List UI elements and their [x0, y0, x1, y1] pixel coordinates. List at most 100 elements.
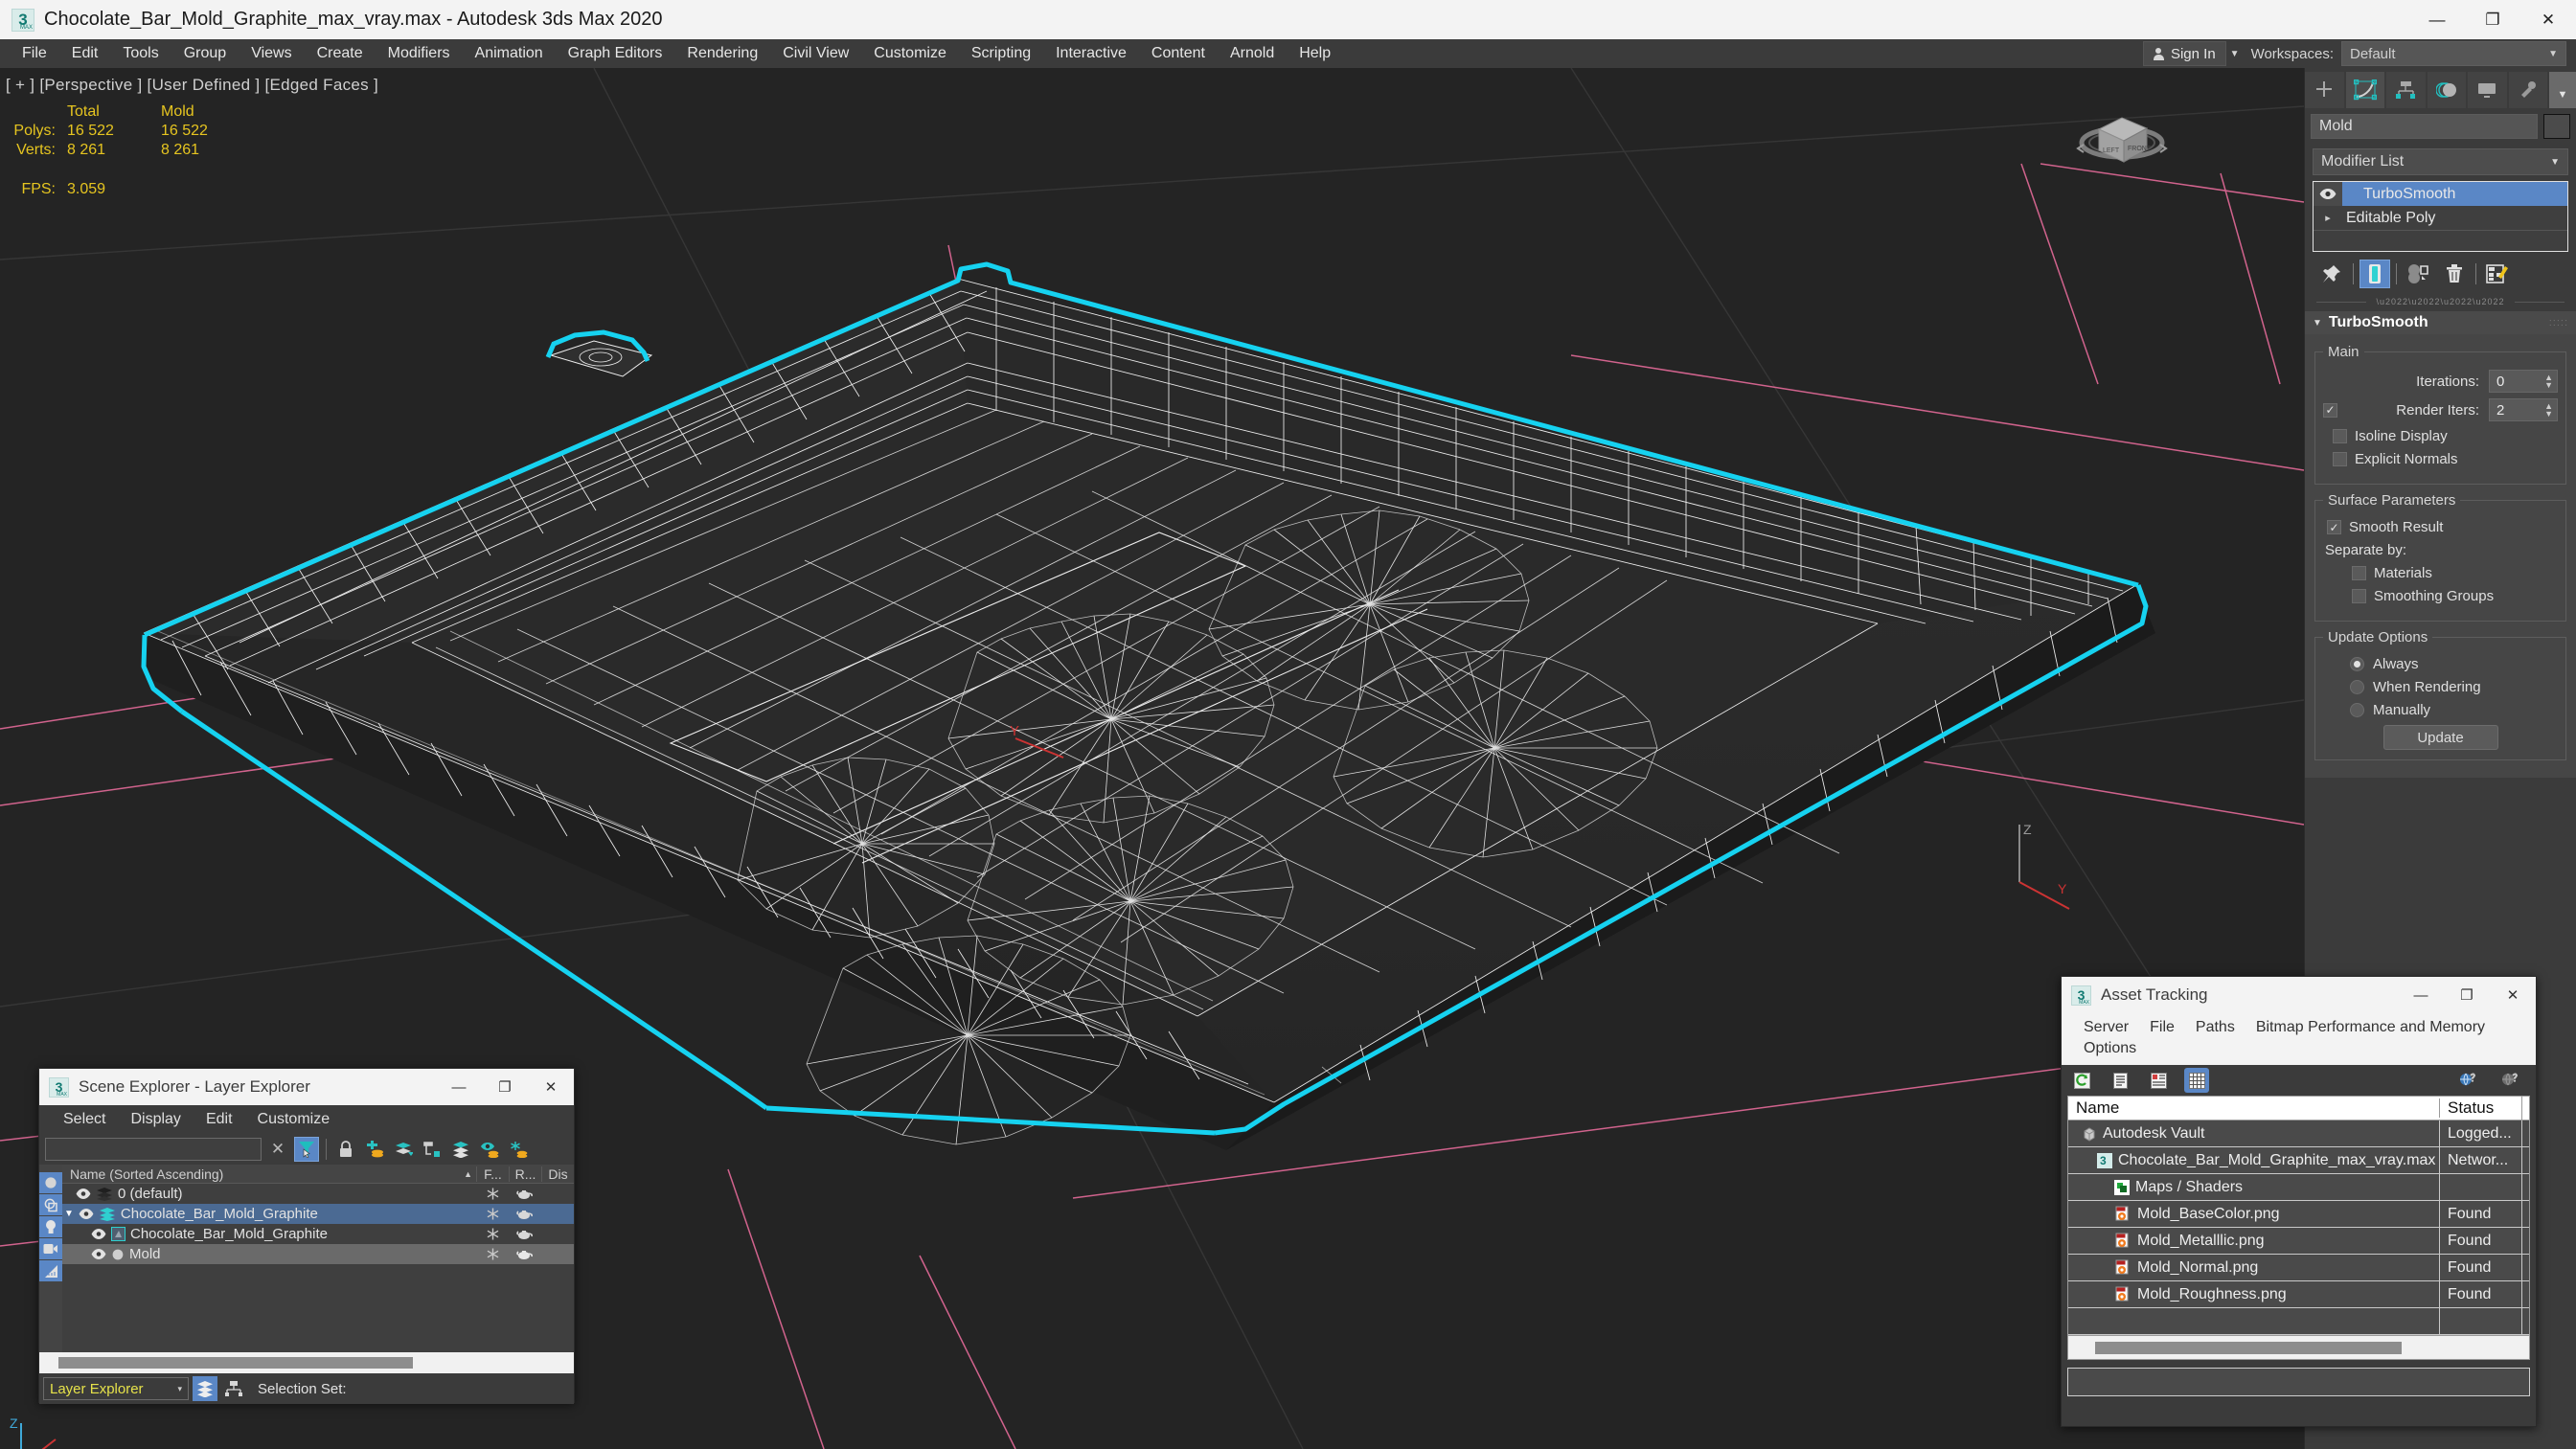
menu-interactive[interactable]: Interactive [1043, 42, 1139, 65]
update-option-manually[interactable]: Manually [2323, 702, 2558, 718]
refresh-button[interactable] [2069, 1068, 2094, 1093]
expand-triangle-icon[interactable]: ▼ [64, 1209, 74, 1219]
table-row[interactable] [2068, 1307, 2529, 1335]
menu-create[interactable]: Create [305, 42, 376, 65]
render-cell[interactable] [509, 1229, 541, 1240]
eye-icon[interactable] [76, 1189, 91, 1199]
menu-customize[interactable]: Customize [861, 42, 959, 65]
filter-geometry-button[interactable] [39, 1172, 62, 1193]
sign-in-button[interactable]: Sign In [2142, 41, 2226, 66]
display-tab[interactable] [2468, 72, 2507, 108]
column-header-status[interactable]: Status [2439, 1098, 2521, 1118]
utilities-tab[interactable] [2508, 72, 2547, 108]
scene-explorer-maximize-button[interactable]: ❐ [482, 1069, 528, 1105]
clear-search-button[interactable]: ✕ [265, 1137, 290, 1162]
menu-civil-view[interactable]: Civil View [770, 42, 861, 65]
render-cell[interactable] [509, 1209, 541, 1220]
menu-help[interactable]: Help [1287, 42, 1343, 65]
hide-layers-button[interactable] [477, 1137, 502, 1162]
menu-rendering[interactable]: Rendering [674, 42, 770, 65]
expand-triangle-icon[interactable]: ▸ [2314, 212, 2342, 224]
render-cell[interactable] [509, 1249, 541, 1260]
column-header-render[interactable]: R... [509, 1166, 541, 1182]
grid-view-button[interactable] [2184, 1068, 2209, 1093]
menu-tools[interactable]: Tools [110, 42, 171, 65]
motion-tab[interactable] [2427, 72, 2466, 108]
modifier-stack-item-editable-poly[interactable]: ▸ Editable Poly [2314, 206, 2567, 230]
at-menu-paths[interactable]: Paths [2185, 1017, 2245, 1038]
menu-group[interactable]: Group [171, 42, 239, 65]
eye-icon[interactable] [91, 1249, 106, 1259]
minimize-button[interactable]: — [2409, 0, 2465, 39]
radio-manually[interactable] [2350, 703, 2364, 717]
menu-scripting[interactable]: Scripting [959, 42, 1043, 65]
tabs-overflow-button[interactable]: ▼ [2549, 72, 2576, 108]
explorer-mode-select[interactable]: Layer Explorer ▾ [43, 1377, 189, 1400]
scene-explorer-close-button[interactable]: ✕ [528, 1069, 574, 1105]
scene-explorer-window[interactable]: 3 MAX Scene Explorer - Layer Explorer — ❐… [38, 1068, 575, 1404]
menu-animation[interactable]: Animation [463, 42, 556, 65]
viewcube[interactable]: LEFT FRONT [2064, 85, 2179, 181]
menu-modifiers[interactable]: Modifiers [376, 42, 463, 65]
layer-explorer-toggle[interactable] [193, 1376, 217, 1401]
render-iters-checkbox[interactable]: ✓ [2323, 402, 2337, 418]
update-button[interactable]: Update [2382, 725, 2498, 750]
scene-explorer-minimize-button[interactable]: — [436, 1069, 482, 1105]
eye-icon[interactable] [91, 1229, 106, 1239]
update-option-always[interactable]: Always [2323, 656, 2558, 672]
configure-sets-button[interactable] [2482, 260, 2513, 288]
hierarchy-tab[interactable] [2386, 72, 2426, 108]
menu-arnold[interactable]: Arnold [1218, 42, 1287, 65]
freeze-layers-button[interactable] [506, 1137, 531, 1162]
search-input[interactable] [45, 1138, 262, 1161]
panel-resize-grip[interactable]: \u2022\u2022\u2022\u2022 [2316, 296, 2565, 307]
table-row[interactable]: 3 Chocolate_Bar_Mold_Graphite_max_vray.m… [2068, 1146, 2529, 1174]
merge-layers-button[interactable] [391, 1137, 416, 1162]
column-header-frozen[interactable]: F... [476, 1166, 509, 1182]
se-menu-display[interactable]: Display [118, 1109, 193, 1130]
radio-always[interactable] [2350, 657, 2364, 671]
create-tab[interactable] [2305, 72, 2344, 108]
spinner-arrows-icon[interactable]: ▲ ▼ [2544, 402, 2553, 419]
frozen-cell[interactable] [476, 1248, 509, 1260]
table-row[interactable]: Mold_Roughness.png Found [2068, 1280, 2529, 1308]
modifier-stack-item-turbosmooth[interactable]: TurboSmooth [2314, 182, 2567, 206]
spinner-arrows-icon[interactable]: ▲ ▼ [2544, 374, 2553, 390]
at-menu-file[interactable]: File [2139, 1017, 2185, 1038]
iterations-spinner[interactable]: 0 ▲ ▼ [2489, 370, 2558, 393]
object-color-swatch[interactable] [2543, 114, 2570, 139]
lock-button[interactable] [333, 1137, 358, 1162]
column-header-name[interactable]: Name [2068, 1098, 2439, 1118]
scene-explorer-list[interactable]: Name (Sorted Ascending) ▲ F... R... Dis … [62, 1165, 574, 1352]
table-row[interactable]: Mold_BaseColor.png Found [2068, 1200, 2529, 1228]
smoothing-groups-checkbox[interactable] [2352, 589, 2366, 603]
horizontal-scrollbar[interactable] [2067, 1335, 2530, 1360]
at-menu-bitmap-performance[interactable]: Bitmap Performance and Memory [2245, 1017, 2496, 1038]
make-unique-button[interactable] [2403, 260, 2433, 288]
modifier-list-dropdown[interactable]: Modifier List ▼ [2313, 148, 2568, 175]
frozen-cell[interactable] [476, 1208, 509, 1220]
menu-views[interactable]: Views [239, 42, 304, 65]
filter-selection-button[interactable] [294, 1137, 319, 1162]
table-row[interactable]: Mold_Metalllic.png Found [2068, 1227, 2529, 1255]
update-option-when-rendering[interactable]: When Rendering [2323, 679, 2558, 695]
remove-modifier-button[interactable] [2439, 260, 2470, 288]
asset-tracking-close-button[interactable]: ✕ [2490, 977, 2536, 1013]
horizontal-scrollbar[interactable] [39, 1352, 574, 1373]
filter-helpers-button[interactable] [39, 1260, 62, 1281]
table-row[interactable]: Autodesk Vault Logged... [2068, 1120, 2529, 1147]
se-menu-edit[interactable]: Edit [194, 1109, 245, 1130]
filter-lights-button[interactable] [39, 1216, 62, 1237]
check-out-button[interactable] [2497, 1068, 2522, 1093]
materials-checkbox[interactable] [2352, 566, 2366, 580]
list-item[interactable]: Chocolate_Bar_Mold_Graphite [62, 1224, 574, 1244]
object-name-input[interactable]: Mold [2311, 114, 2538, 139]
maximize-button[interactable]: ❐ [2465, 0, 2520, 39]
frozen-cell[interactable] [476, 1188, 509, 1200]
modify-tab[interactable] [2345, 72, 2384, 108]
asset-tracking-window[interactable]: 3 MAX Asset Tracking — ❐ ✕ Server File Pa… [2061, 976, 2537, 1427]
eye-icon[interactable] [79, 1209, 94, 1219]
menu-graph-editors[interactable]: Graph Editors [556, 42, 675, 65]
rollout-header-turbosmooth[interactable]: ▼ TurboSmooth ::::: [2305, 311, 2576, 334]
list-item[interactable]: Mold [62, 1244, 574, 1264]
